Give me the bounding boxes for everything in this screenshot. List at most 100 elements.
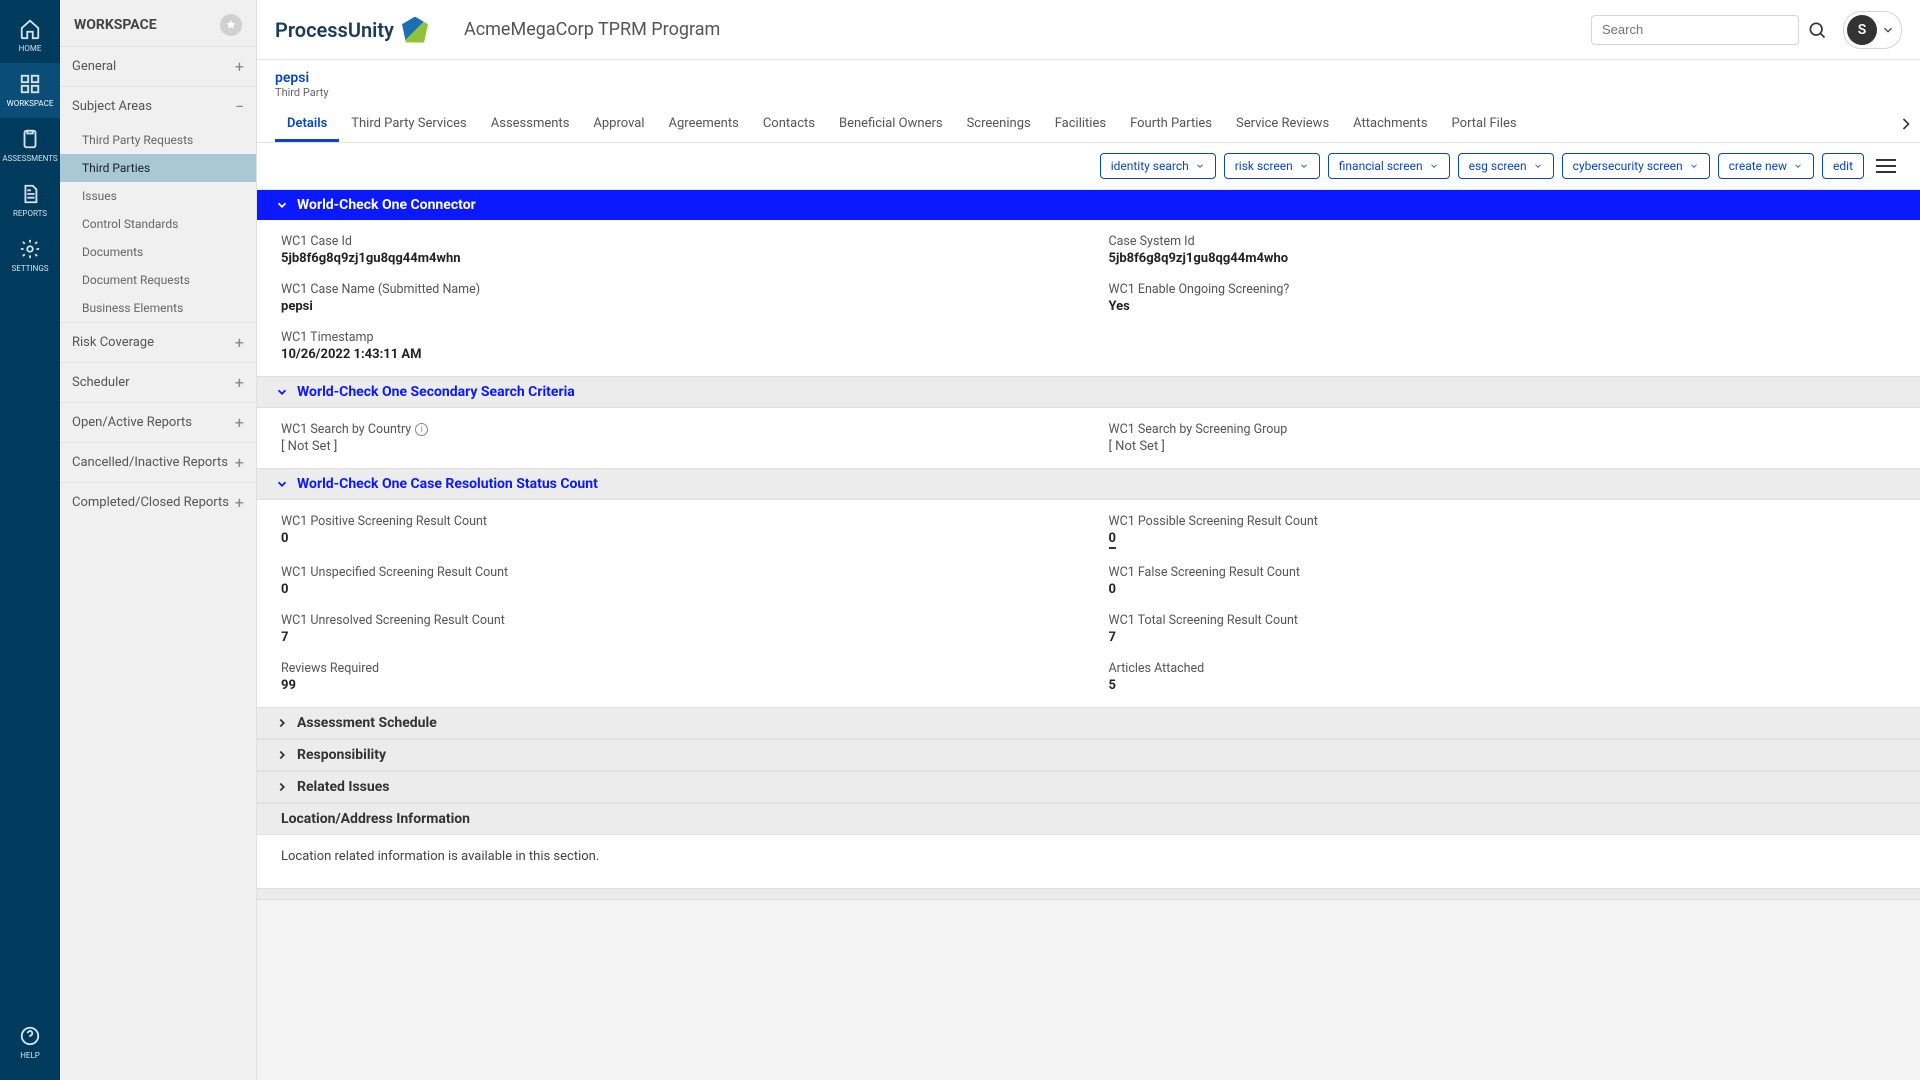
plus-icon: + [235,453,244,472]
section-connector-header[interactable]: World-Check One Connector [257,190,1920,220]
chevron-right-icon [275,716,289,730]
tab-fourth-parties[interactable]: Fourth Parties [1118,105,1224,142]
rail-help[interactable]: HELP [0,1015,60,1070]
main-column: ProcessUnity AcmeMegaCorp TPRM Program S… [257,0,1920,1080]
sidebar-group-risk-coverage[interactable]: Risk Coverage + [60,323,256,362]
search-button[interactable] [1799,12,1835,48]
plus-icon: + [235,413,244,432]
sidebar-item-control-standards[interactable]: Control Standards [60,210,256,238]
section-resolution-header[interactable]: World-Check One Case Resolution Status C… [257,468,1920,500]
tab-third-party-services[interactable]: Third Party Services [339,105,478,142]
rail-assessments[interactable]: ASSESSMENTS [0,118,60,173]
gear-icon [19,238,41,260]
info-icon[interactable]: i [415,423,428,436]
sidebar-group-open-reports[interactable]: Open/Active Reports+ [60,403,256,442]
more-menu[interactable] [1876,153,1902,179]
field-value: 5jb8f6g8q9zj1gu8qg44m4whn [281,251,1069,266]
field-label: WC1 Possible Screening Result Count [1109,514,1897,529]
tab-beneficial-owners[interactable]: Beneficial Owners [827,105,955,142]
rail-label: SETTINGS [11,264,48,273]
chevron-right-icon [275,748,289,762]
field-value: [ Not Set ] [281,439,1069,454]
action-identity-search[interactable]: identity search [1100,153,1216,179]
section-secondary-header[interactable]: World-Check One Secondary Search Criteri… [257,376,1920,408]
sidebar-group-completed-reports[interactable]: Completed/Closed Reports+ [60,483,256,522]
section-title: Responsibility [297,747,386,763]
section-title: Assessment Schedule [297,715,437,731]
home-icon [19,18,41,40]
content-scroll[interactable]: World-Check One Connector WC1 Case Id5jb… [257,190,1920,1080]
tab-agreements[interactable]: Agreements [657,105,751,142]
clipboard-icon [19,128,41,150]
section-location-header[interactable]: Location/Address Information [257,803,1920,835]
field-label: Articles Attached [1109,661,1897,676]
search-input[interactable] [1591,15,1799,45]
tab-details[interactable]: Details [275,105,339,142]
tab-portal-files[interactable]: Portal Files [1440,105,1529,142]
action-edit[interactable]: edit [1822,153,1864,179]
rail-settings[interactable]: SETTINGS [0,228,60,283]
pin-icon [225,19,237,31]
field-value: 10/26/2022 1:43:11 AM [281,347,1069,362]
connector-grid: WC1 Case Id5jb8f6g8q9zj1gu8qg44m4whn Cas… [257,220,1920,376]
field-value: 0 [281,531,1069,546]
brand-logo[interactable]: ProcessUnity [275,17,428,43]
sidebar-item-third-party-requests[interactable]: Third Party Requests [60,126,256,154]
rail-label: HELP [20,1051,40,1060]
tab-approval[interactable]: Approval [581,105,656,142]
chevron-down-icon [1429,161,1439,171]
section-divider [257,888,1920,900]
section-related-issues[interactable]: Related Issues [257,771,1920,803]
sidebar: WORKSPACE General + Subject Areas − Thir… [60,0,257,1080]
action-bar: identity search risk screen financial sc… [257,143,1920,190]
tab-assessments[interactable]: Assessments [479,105,582,142]
field-value: 7 [1109,630,1897,645]
action-label: create new [1729,159,1787,173]
sidebar-item-document-requests[interactable]: Document Requests [60,266,256,294]
pin-button[interactable] [220,14,242,36]
tab-screenings[interactable]: Screenings [955,105,1043,142]
tab-contacts[interactable]: Contacts [751,105,827,142]
resolution-grid: WC1 Positive Screening Result Count0 WC1… [257,500,1920,707]
section-assessment-schedule[interactable]: Assessment Schedule [257,707,1920,739]
tab-attachments[interactable]: Attachments [1341,105,1439,142]
action-cybersecurity-screen[interactable]: cybersecurity screen [1562,153,1710,179]
rail-reports[interactable]: REPORTS [0,173,60,228]
section-title: World-Check One Secondary Search Criteri… [297,384,575,400]
tab-scroll-right[interactable] [1896,114,1916,134]
chevron-down-icon [1881,23,1895,37]
field-value: 0 [281,582,1069,597]
location-text: Location related information is availabl… [257,835,1920,878]
record-header: pepsi Third Party [257,60,1920,105]
sidebar-group-label: Risk Coverage [72,335,154,350]
section-responsibility[interactable]: Responsibility [257,739,1920,771]
user-menu[interactable]: S [1843,11,1902,49]
action-financial-screen[interactable]: financial screen [1328,153,1450,179]
section-title: World-Check One Connector [297,197,476,213]
sidebar-item-documents[interactable]: Documents [60,238,256,266]
sidebar-item-business-elements[interactable]: Business Elements [60,294,256,322]
sidebar-item-issues[interactable]: Issues [60,182,256,210]
sidebar-item-third-parties[interactable]: Third Parties [60,154,256,182]
minus-icon: − [235,97,244,116]
rail-home[interactable]: HOME [0,8,60,63]
field-value: 0 [1109,531,1897,549]
sidebar-group-subject-areas[interactable]: Subject Areas − [60,87,256,126]
tab-facilities[interactable]: Facilities [1043,105,1118,142]
action-create-new[interactable]: create new [1718,153,1814,179]
field-value: Yes [1109,299,1897,314]
chevron-right-icon [1896,114,1916,134]
section-title: Location/Address Information [281,811,470,827]
action-esg-screen[interactable]: esg screen [1458,153,1554,179]
rail-label: REPORTS [13,209,47,218]
rail-workspace[interactable]: WORKSPACE [0,63,60,118]
plus-icon: + [235,333,244,352]
sidebar-group-label: Subject Areas [72,99,152,114]
plus-icon: + [235,493,244,512]
sidebar-group-general[interactable]: General + [60,47,256,86]
sidebar-group-scheduler[interactable]: Scheduler+ [60,363,256,402]
sidebar-group-cancelled-reports[interactable]: Cancelled/Inactive Reports+ [60,443,256,482]
tab-service-reviews[interactable]: Service Reviews [1224,105,1341,142]
record-title[interactable]: pepsi [275,70,1902,86]
action-risk-screen[interactable]: risk screen [1224,153,1320,179]
